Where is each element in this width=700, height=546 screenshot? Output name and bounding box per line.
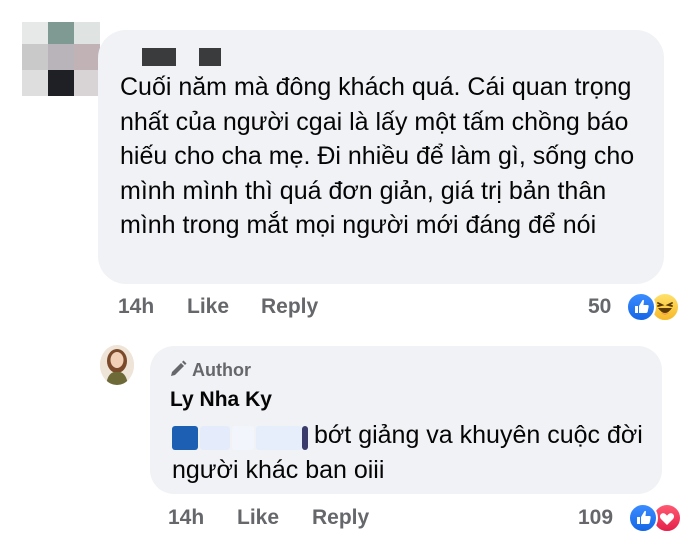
comment-text: Cuối năm mà đông khách quá. Cái quan trọ… <box>120 73 635 239</box>
author-badge: Author <box>168 359 251 384</box>
commenter-name-redacted-2 <box>199 48 221 66</box>
comment-bubble: Cuối năm mà đông khách quá. Cái quan trọ… <box>98 30 664 284</box>
reply-like-button[interactable]: Like <box>237 506 279 530</box>
comment-reaction-count[interactable]: 50 <box>588 295 611 319</box>
commenter-avatar-blurred[interactable] <box>22 22 102 98</box>
comment-reply-button[interactable]: Reply <box>261 295 318 319</box>
reply-timestamp[interactable]: 14h <box>168 506 204 530</box>
mention-redacted[interactable] <box>172 419 308 453</box>
like-icon <box>626 292 656 322</box>
author-badge-label: Author <box>192 360 251 380</box>
like-icon <box>628 503 658 533</box>
reply-author-name[interactable]: Ly Nha Ky <box>170 388 272 412</box>
reply-reply-button[interactable]: Reply <box>312 506 369 530</box>
comment-timestamp[interactable]: 14h <box>118 295 154 319</box>
pencil-icon <box>168 359 188 384</box>
reply-reaction-count[interactable]: 109 <box>578 506 613 530</box>
reply-bubble: Author Ly Nha Ky bớt giảng va khuyên cuộ… <box>150 346 662 494</box>
reply-author-avatar[interactable] <box>100 345 134 385</box>
commenter-name-redacted[interactable] <box>142 48 176 66</box>
reply-text: bớt giảng va khuyên cuộc đời người khác … <box>172 418 652 487</box>
comment-like-button[interactable]: Like <box>187 295 229 319</box>
